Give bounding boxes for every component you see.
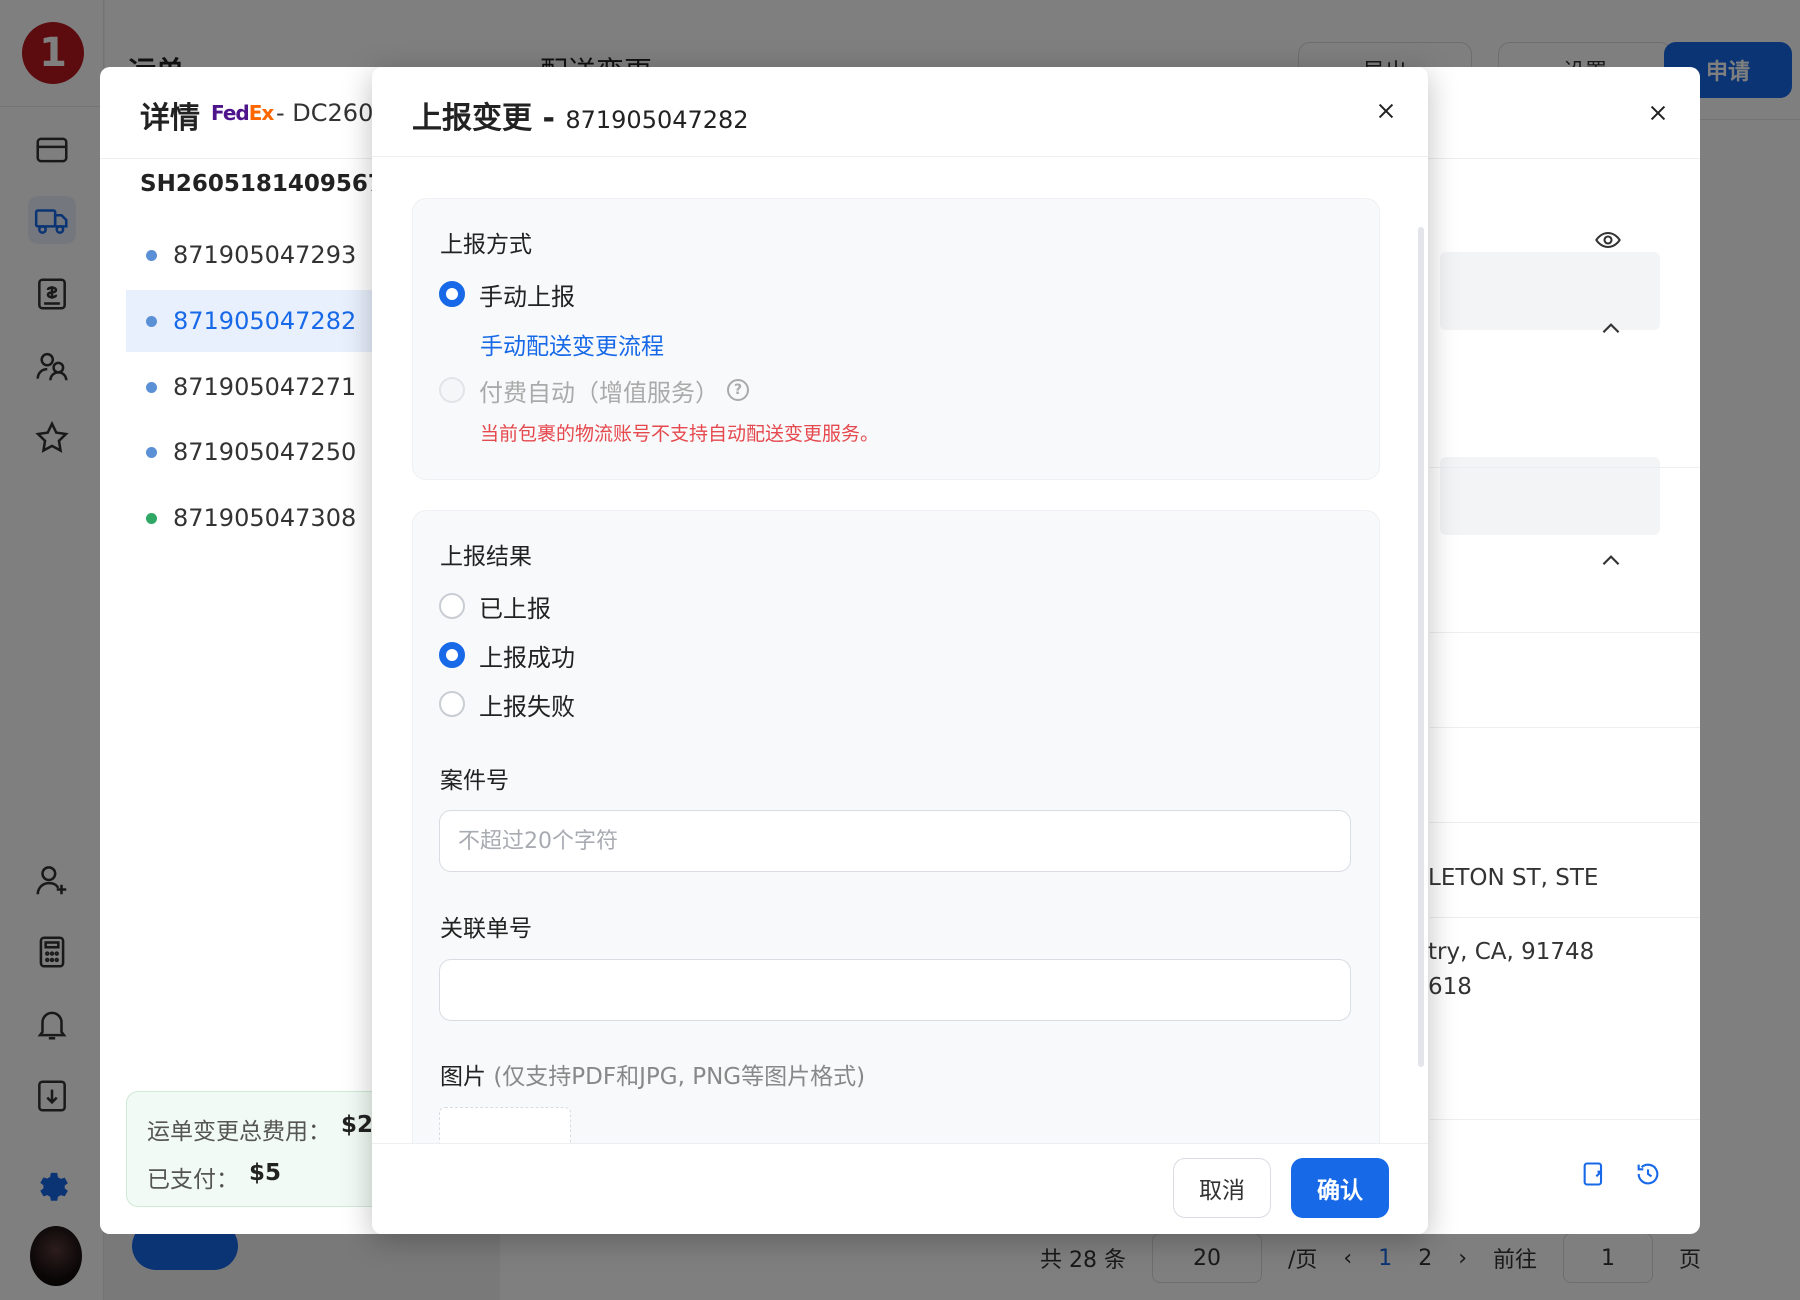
radio-reported-label: 已上报 bbox=[479, 594, 551, 623]
modal-body: 上报方式 手动上报 手动配送变更流程 付费自动（增值服务） ? 当前包裹的物流账… bbox=[372, 158, 1428, 1210]
cost-total-label: 运单变更总费用： bbox=[147, 1119, 331, 1145]
modal-tracking-number: 871905047282 bbox=[565, 106, 749, 134]
radio-report-failed-control[interactable] bbox=[439, 691, 465, 717]
tracking-number: 871905047250 bbox=[173, 438, 357, 466]
radio-paid-auto[interactable]: 付费自动（增值服务） ? bbox=[439, 373, 749, 407]
report-result-card: 上报结果 已上报 上报成功 上报失败 案件号 关联单号 图片 (仅支持PDF和J… bbox=[412, 510, 1380, 1210]
radio-report-success[interactable]: 上报成功 bbox=[439, 638, 575, 672]
status-dot bbox=[146, 446, 157, 458]
manual-flow-link[interactable]: 手动配送变更流程 bbox=[480, 327, 664, 361]
paid-label: 已支付： bbox=[147, 1167, 239, 1193]
paid-value: $5 bbox=[249, 1160, 282, 1186]
radio-report-success-control[interactable] bbox=[439, 642, 465, 668]
drawer-section-header[interactable] bbox=[1440, 457, 1660, 535]
chevron-up-icon[interactable] bbox=[1598, 316, 1624, 346]
fedex-logo: FedEx bbox=[211, 101, 274, 125]
case-number-input[interactable] bbox=[439, 810, 1351, 872]
close-icon bbox=[1378, 103, 1394, 119]
report-result-label: 上报结果 bbox=[440, 544, 532, 570]
history-icon[interactable] bbox=[1634, 1160, 1662, 1192]
drawer-section-header[interactable] bbox=[1440, 252, 1660, 330]
drawer-close-button[interactable] bbox=[1640, 95, 1676, 131]
report-change-modal: 上报变更 - 871905047282 上报方式 手动上报 手动配送变更流程 付… bbox=[372, 67, 1428, 1234]
auto-unsupported-warning: 当前包裹的物流账号不支持自动配送变更服务。 bbox=[480, 423, 880, 445]
drawer-title: 详情 bbox=[140, 101, 200, 136]
report-method-label: 上报方式 bbox=[440, 232, 532, 258]
radio-manual-report[interactable]: 手动上报 bbox=[439, 277, 575, 311]
report-method-card: 上报方式 手动上报 手动配送变更流程 付费自动（增值服务） ? 当前包裹的物流账… bbox=[412, 198, 1380, 480]
status-dot bbox=[146, 315, 157, 327]
radio-paid-auto-label: 付费自动（增值服务） bbox=[479, 378, 719, 407]
related-number-input[interactable] bbox=[439, 959, 1351, 1021]
images-hint: (仅支持PDF和JPG, PNG等图片格式) bbox=[493, 1064, 866, 1090]
help-icon[interactable]: ? bbox=[727, 379, 749, 401]
drawer-footer-divider bbox=[1430, 1119, 1700, 1120]
radio-reported[interactable]: 已上报 bbox=[439, 589, 551, 623]
radio-manual-report-control[interactable] bbox=[439, 281, 465, 307]
radio-report-failed-label: 上报失败 bbox=[479, 692, 575, 721]
radio-report-success-label: 上报成功 bbox=[479, 643, 575, 672]
address-line-3: 618 bbox=[1428, 974, 1472, 1000]
radio-report-failed[interactable]: 上报失败 bbox=[439, 687, 575, 721]
related-number-label: 关联单号 bbox=[440, 916, 532, 942]
radio-manual-report-label: 手动上报 bbox=[479, 282, 575, 311]
confirm-button[interactable]: 确认 bbox=[1291, 1158, 1389, 1218]
address-line-1: LETON ST, STE bbox=[1428, 865, 1599, 891]
images-label: 图片 (仅支持PDF和JPG, PNG等图片格式) bbox=[440, 1064, 866, 1090]
divider bbox=[1430, 917, 1700, 918]
tracking-number: 871905047293 bbox=[173, 241, 357, 269]
modal-header: 上报变更 - 871905047282 bbox=[372, 67, 1428, 157]
tracking-number: 871905047308 bbox=[173, 504, 357, 532]
divider bbox=[1430, 822, 1700, 823]
status-dot bbox=[146, 512, 157, 524]
tracking-number: 871905047282 bbox=[173, 307, 357, 335]
status-dot bbox=[146, 249, 157, 261]
modal-close-button[interactable] bbox=[1368, 93, 1404, 129]
export-doc-icon[interactable] bbox=[1580, 1160, 1608, 1192]
close-icon bbox=[1650, 105, 1666, 121]
modal-footer: 取消 确认 bbox=[372, 1143, 1428, 1234]
modal-scrollbar[interactable] bbox=[1418, 227, 1424, 1067]
radio-paid-auto-control[interactable] bbox=[439, 377, 465, 403]
address-line-2: try, CA, 91748 bbox=[1428, 939, 1595, 965]
radio-reported-control[interactable] bbox=[439, 593, 465, 619]
case-number-label: 案件号 bbox=[440, 768, 509, 794]
chevron-up-icon[interactable] bbox=[1598, 548, 1624, 578]
divider bbox=[1430, 632, 1700, 633]
tracking-number: 871905047271 bbox=[173, 373, 357, 401]
divider bbox=[1430, 727, 1700, 728]
cancel-button[interactable]: 取消 bbox=[1173, 1158, 1271, 1218]
modal-title: 上报变更 - 871905047282 bbox=[412, 101, 749, 136]
divider bbox=[1430, 467, 1700, 468]
eye-icon[interactable] bbox=[1594, 226, 1622, 258]
status-dot bbox=[146, 381, 157, 393]
